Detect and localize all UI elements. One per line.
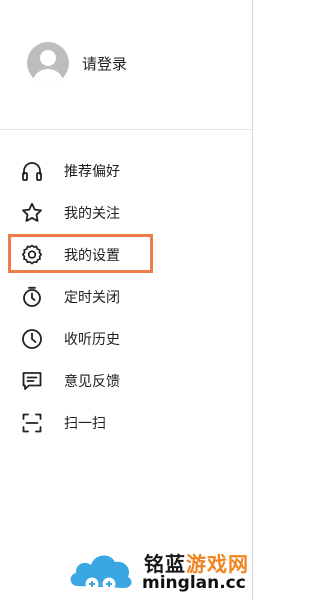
- menu-item-label: 我的设置: [64, 248, 120, 264]
- divider: [0, 129, 252, 130]
- menu-item-preferences[interactable]: 推荐偏好: [0, 150, 252, 192]
- avatar[interactable]: [27, 42, 69, 84]
- menu-item-feedback[interactable]: 意见反馈: [0, 360, 252, 402]
- menu-item-label: 定时关闭: [64, 290, 120, 306]
- cloud-logo-icon: [70, 555, 132, 591]
- feedback-icon: [20, 369, 44, 393]
- clock-icon: [20, 327, 44, 351]
- menu-item-following[interactable]: 我的关注: [0, 192, 252, 234]
- headphones-icon: [20, 159, 44, 183]
- menu-item-history[interactable]: 收听历史: [0, 318, 252, 360]
- star-icon: [20, 201, 44, 225]
- scan-icon: [20, 411, 44, 435]
- menu-item-label: 推荐偏好: [64, 164, 120, 180]
- timer-icon: [20, 285, 44, 309]
- side-drawer: 请登录 推荐偏好 我的关注 我的设置 定时关闭 收听历史 意见反馈 扫一扫 铭蓝…: [0, 0, 266, 600]
- menu-item-sleep-timer[interactable]: 定时关闭: [0, 276, 252, 318]
- menu-item-label: 扫一扫: [64, 416, 106, 432]
- menu-item-scan[interactable]: 扫一扫: [0, 402, 252, 444]
- login-label[interactable]: 请登录: [82, 53, 127, 74]
- menu-item-label: 意见反馈: [64, 374, 120, 390]
- menu-item-settings[interactable]: 我的设置: [0, 234, 252, 276]
- menu-item-label: 我的关注: [64, 206, 120, 222]
- drawer-edge: [252, 0, 266, 600]
- watermark-logo: 铭蓝游戏网 minglan.cc: [66, 540, 266, 596]
- menu-item-label: 收听历史: [64, 332, 120, 348]
- login-header[interactable]: 请登录: [27, 38, 127, 88]
- gear-icon: [20, 243, 44, 267]
- drawer-menu: 推荐偏好 我的关注 我的设置 定时关闭 收听历史 意见反馈 扫一扫: [0, 150, 252, 444]
- watermark-domain: minglan.cc: [142, 573, 246, 593]
